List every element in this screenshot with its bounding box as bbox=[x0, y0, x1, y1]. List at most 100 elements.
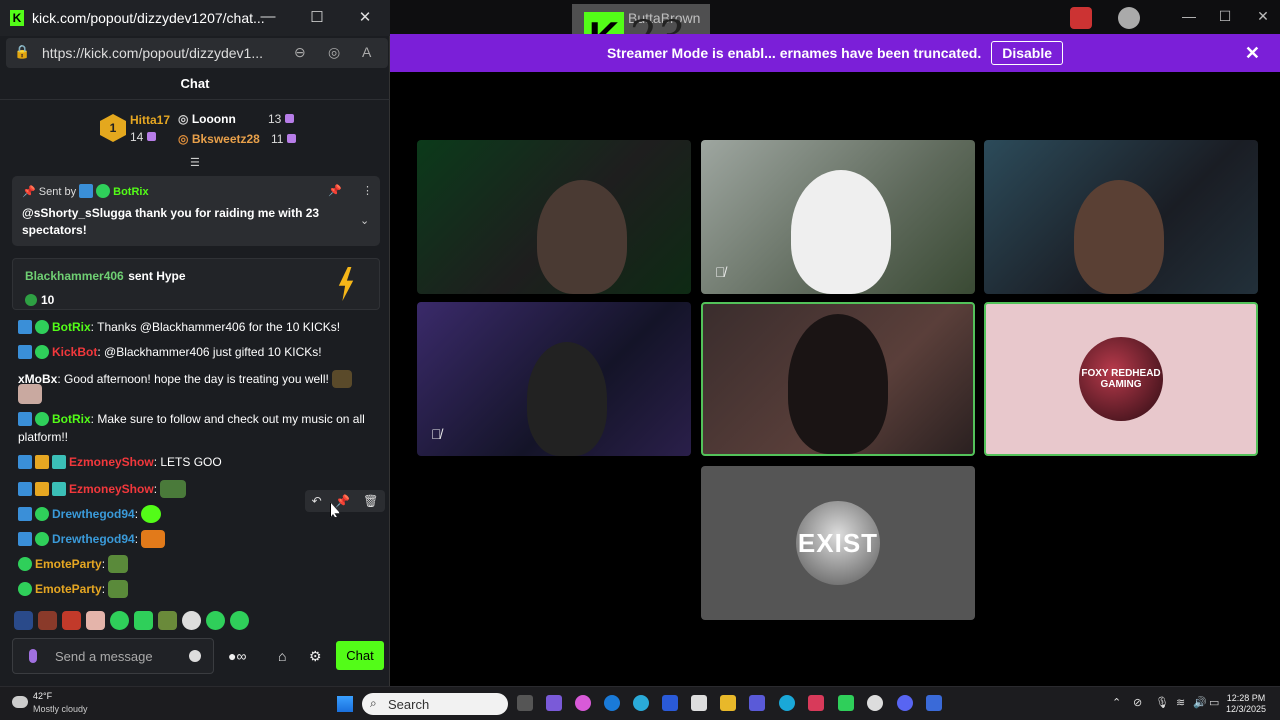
close-icon[interactable]: ✕ bbox=[1252, 8, 1274, 28]
leader-1-name[interactable]: Hitta17 bbox=[130, 113, 170, 127]
chat-message[interactable]: KickBot: @Blackhammer406 just gifted 10 … bbox=[18, 345, 322, 359]
video-tile-6[interactable]: FOXY REDHEAD GAMING bbox=[984, 302, 1258, 456]
emote-icon[interactable] bbox=[134, 611, 153, 630]
tray-icon[interactable]: ⊘ bbox=[1133, 696, 1142, 709]
chat-message[interactable]: xMoBx: Good afternoon! hope the day is t… bbox=[18, 370, 353, 388]
app-icon[interactable] bbox=[546, 695, 562, 711]
emote-icon[interactable] bbox=[206, 611, 225, 630]
taskbar-clock[interactable]: 12:28 PM 12/3/2025 bbox=[1226, 693, 1266, 715]
emote-icon[interactable] bbox=[38, 611, 57, 630]
zoom-app-icon[interactable] bbox=[662, 695, 678, 711]
pinned-message[interactable]: 📌 Sent by BotRix @sShorty_sSlugga thank … bbox=[12, 176, 380, 246]
store-app-icon[interactable] bbox=[691, 695, 707, 711]
leader-2[interactable]: ◎ Looonn bbox=[178, 112, 236, 126]
copilot-icon[interactable] bbox=[575, 695, 591, 711]
emote-icon[interactable] bbox=[14, 611, 33, 630]
chat-message[interactable]: Drewthegod94: bbox=[18, 530, 166, 548]
popout-title: kick.com/popout/dizzydev1207/chat... bbox=[32, 10, 265, 26]
expand-leaderboard-icon[interactable]: ☰ bbox=[190, 156, 200, 169]
chat-message[interactable]: EmoteParty: bbox=[18, 580, 129, 598]
chat-username[interactable]: Drewthegod94 bbox=[52, 532, 135, 546]
chat-username[interactable]: EmoteParty bbox=[35, 582, 102, 596]
reply-icon[interactable]: ↶ bbox=[312, 494, 322, 508]
chat-message[interactable]: EzmoneyShow: bbox=[18, 480, 187, 498]
chat-message[interactable]: Drewthegod94: bbox=[18, 505, 162, 523]
chat-message[interactable]: BotRix: Thanks @Blackhammer406 for the 1… bbox=[18, 320, 340, 334]
unpin-icon[interactable]: 📌 bbox=[328, 184, 342, 197]
disable-button[interactable]: Disable bbox=[991, 41, 1064, 65]
chat-username[interactable]: EmoteParty bbox=[35, 557, 102, 571]
edge-icon[interactable] bbox=[779, 695, 795, 711]
chat-username[interactable]: Drewthegod94 bbox=[52, 507, 135, 521]
chat-username[interactable]: EzmoneyShow bbox=[69, 482, 154, 496]
weather-desc[interactable]: Mostly cloudy bbox=[33, 704, 88, 714]
settings-app-icon[interactable] bbox=[867, 695, 883, 711]
address-url[interactable]: https://kick.com/popout/dizzydev1... bbox=[42, 45, 292, 61]
emote-icon[interactable] bbox=[158, 611, 177, 630]
store-icon[interactable]: ⌂ bbox=[278, 648, 286, 664]
weather-temp[interactable]: 42°F bbox=[33, 691, 52, 701]
video-tile-3[interactable] bbox=[984, 140, 1258, 294]
video-tile-5[interactable] bbox=[701, 302, 975, 456]
expand-pinned-icon[interactable]: ⌄ bbox=[360, 214, 369, 227]
volume-icon[interactable]: 🔊 bbox=[1193, 696, 1207, 709]
chat-username[interactable]: KickBot bbox=[52, 345, 97, 359]
file-explorer-icon[interactable] bbox=[720, 695, 736, 711]
delete-icon[interactable]: 🗑 bbox=[363, 494, 378, 508]
task-view-icon[interactable] bbox=[517, 695, 533, 711]
app-icon[interactable] bbox=[633, 695, 649, 711]
emote-icon[interactable] bbox=[230, 611, 249, 630]
tracking-icon[interactable]: ◎ bbox=[328, 44, 340, 61]
chat-username[interactable]: EzmoneyShow bbox=[69, 455, 154, 469]
kicks-icon[interactable]: ●∞ bbox=[228, 648, 246, 664]
video-tile-1[interactable] bbox=[417, 140, 691, 294]
read-aloud-icon[interactable]: A bbox=[362, 44, 371, 60]
screen-share-icon[interactable] bbox=[1070, 7, 1092, 29]
windows-start-icon[interactable] bbox=[337, 696, 353, 712]
popout-maximize-icon[interactable]: ☐ bbox=[305, 8, 329, 26]
minimize-icon[interactable]: — bbox=[1178, 8, 1200, 28]
popout-close-icon[interactable]: ✕ bbox=[353, 8, 377, 26]
app-icon[interactable] bbox=[926, 695, 942, 711]
pinned-sender[interactable]: BotRix bbox=[113, 186, 148, 198]
mic-icon[interactable] bbox=[29, 649, 37, 663]
mic-tray-icon[interactable]: 🎙 bbox=[1155, 696, 1169, 709]
hype-user[interactable]: Blackhammer406 bbox=[25, 269, 124, 283]
chat-message[interactable]: EmoteParty: bbox=[18, 555, 129, 573]
chat-username[interactable]: BotRix bbox=[52, 320, 91, 334]
chat-message[interactable]: BotRix: Make sure to follow and check ou… bbox=[18, 412, 365, 426]
emoji-icon[interactable] bbox=[189, 650, 201, 662]
video-tile-7[interactable]: EXIST bbox=[701, 466, 975, 620]
video-tile-2[interactable]: 🎙̸ bbox=[701, 140, 975, 294]
pin-icon[interactable]: 📌 bbox=[335, 494, 350, 508]
discord-icon[interactable] bbox=[897, 695, 913, 711]
emote-icon[interactable] bbox=[110, 611, 129, 630]
hp-icon[interactable] bbox=[604, 695, 620, 711]
app-icon[interactable] bbox=[808, 695, 824, 711]
kick-app-icon[interactable] bbox=[838, 695, 854, 711]
emote-icon[interactable] bbox=[62, 611, 81, 630]
banner-close-icon[interactable]: ✕ bbox=[1245, 43, 1260, 64]
video-tile-4[interactable]: 🎙̸ bbox=[417, 302, 691, 456]
page-info-icon[interactable]: 🔒 bbox=[14, 44, 30, 60]
popout-minimize-icon[interactable]: — bbox=[256, 8, 280, 25]
teams-icon[interactable] bbox=[749, 695, 765, 711]
leader-3[interactable]: ◎ Bksweetz28 bbox=[178, 132, 260, 146]
tray-chevron-icon[interactable]: ⌃ bbox=[1112, 696, 1121, 709]
message-input[interactable]: Send a message bbox=[12, 638, 214, 674]
zoom-icon[interactable]: ⊖ bbox=[294, 44, 306, 61]
emote-icon[interactable] bbox=[182, 611, 201, 630]
weather-cloud-icon[interactable] bbox=[12, 696, 28, 708]
address-bar[interactable]: 🔒 https://kick.com/popout/dizzydev1... ⊖… bbox=[6, 38, 388, 68]
chat-username[interactable]: BotRix bbox=[52, 412, 91, 426]
maximize-icon[interactable]: ☐ bbox=[1214, 8, 1236, 28]
more-options-icon[interactable]: ⋮ bbox=[362, 184, 373, 197]
battery-icon[interactable]: ▭ bbox=[1209, 696, 1219, 709]
settings-gear-icon[interactable]: ⚙ bbox=[309, 648, 322, 665]
emote-icon[interactable] bbox=[86, 611, 105, 630]
help-icon[interactable] bbox=[1118, 7, 1140, 29]
taskbar-search[interactable]: ⌕ Search bbox=[362, 693, 508, 715]
wifi-icon[interactable]: ≋ bbox=[1176, 696, 1185, 709]
send-chat-button[interactable]: Chat bbox=[336, 641, 384, 670]
chat-message[interactable]: EzmoneyShow: LETS GOO bbox=[18, 455, 222, 469]
